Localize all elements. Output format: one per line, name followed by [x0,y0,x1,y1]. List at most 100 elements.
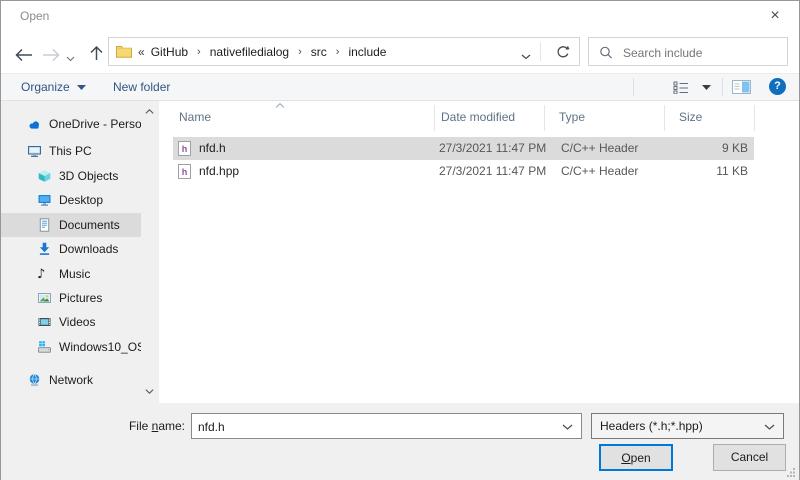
chevron-down-icon [521,54,531,60]
file-row-nfd-h[interactable]: h nfd.h 27/3/2021 11:47 PM C/C++ Header … [173,137,754,160]
back-button[interactable] [11,45,35,65]
header-file-icon: h [178,164,191,179]
file-name-input[interactable] [193,415,560,439]
column-divider[interactable] [544,105,545,131]
refresh-icon [556,45,570,59]
breadcrumb-separator: › [190,46,208,58]
toolbar-divider [722,78,723,96]
navigation-bar: « GitHub › nativefiledialog › src › incl… [1,31,799,73]
document-icon [37,218,52,232]
breadcrumb-separator: › [329,46,347,58]
chevron-down-icon[interactable] [562,424,573,430]
file-type: C/C++ Header [561,137,638,160]
file-date-modified: 27/3/2021 11:47 PM [439,160,546,183]
file-type-value: Headers (*.h;*.hpp) [600,414,703,438]
search-input[interactable] [621,39,783,66]
svg-text:h: h [182,144,188,154]
up-button[interactable] [84,43,108,63]
column-header-type[interactable]: Type [559,110,585,124]
dialog-footer: File name: Headers (*.h;*.hpp) Open Canc… [1,403,799,480]
chevron-up-icon [145,109,154,114]
dropdown-triangle-icon [77,85,86,90]
cancel-button[interactable]: Cancel [713,444,786,471]
new-folder-button[interactable]: New folder [113,74,170,100]
sidebar-item-label: Pictures [59,291,102,305]
preview-pane-icon [732,80,751,94]
chevron-down-icon [764,424,775,430]
sidebar-item-label: Network [49,373,93,387]
details-view-icon [673,81,690,94]
sidebar-item-pictures[interactable]: Pictures [1,286,141,310]
column-divider[interactable] [664,105,665,131]
cube-3d-icon [37,169,52,183]
file-row-nfd-hpp[interactable]: h nfd.hpp 27/3/2021 11:47 PM C/C++ Heade… [173,160,754,183]
folder-icon [116,45,132,58]
sidebar-item-videos[interactable]: Videos [1,310,141,334]
refresh-button[interactable] [556,45,570,62]
main-area: OneDrive - Person This PC 3D Objects [1,101,799,403]
file-date-modified: 27/3/2021 11:47 PM [439,137,546,160]
forward-button[interactable] [39,45,63,65]
column-divider[interactable] [434,105,435,131]
sidebar-item-onedrive[interactable]: OneDrive - Person [1,112,141,136]
back-arrow-icon [14,48,33,62]
breadcrumb-item-include[interactable]: include [346,45,388,59]
window-title: Open [20,9,49,23]
close-button[interactable]: × [759,3,791,29]
file-size: 11 KB [658,160,748,183]
chevron-down-icon [145,389,154,394]
sidebar-item-this-pc[interactable]: This PC [1,139,141,163]
column-header-size[interactable]: Size [679,110,702,124]
file-size: 9 KB [658,137,748,160]
address-bar[interactable]: « GitHub › nativefiledialog › src › incl… [108,37,580,66]
open-file-dialog: Open × « GitHub › nativefiledialog › [0,0,800,480]
column-divider[interactable] [754,105,755,131]
scroll-up-button[interactable] [141,103,158,119]
breadcrumb-item-src[interactable]: src [309,45,329,59]
up-arrow-icon [89,45,104,61]
header-file-icon: h [178,141,191,156]
sidebar-item-desktop[interactable]: Desktop [1,188,141,212]
address-bar-divider [540,42,541,61]
sidebar-item-documents[interactable]: Documents [1,213,141,237]
scroll-down-button[interactable] [141,383,158,399]
resize-grip[interactable] [787,468,796,477]
breadcrumb-overflow-button[interactable]: « [138,45,145,59]
dropdown-triangle-icon [702,85,711,90]
help-icon: ? [774,80,781,92]
help-button[interactable]: ? [769,78,786,95]
download-arrow-icon [37,242,52,256]
open-button[interactable]: Open [599,444,673,471]
organize-button[interactable]: Organize [21,74,86,100]
sidebar-item-label: 3D Objects [59,169,118,183]
sidebar-scrollbar[interactable] [141,101,158,403]
music-note-icon: ♪ [37,267,45,282]
breadcrumb-item-github[interactable]: GitHub [149,45,190,59]
drive-windows-icon [37,340,52,354]
file-type: C/C++ Header [561,160,638,183]
views-button[interactable] [673,74,711,100]
column-header-name[interactable]: Name [179,110,211,124]
sidebar-item-network[interactable]: Network [1,368,141,392]
picture-icon [37,291,52,305]
sort-ascending-icon [275,103,285,108]
column-header-date-modified[interactable]: Date modified [441,110,515,124]
address-dropdown-button[interactable] [521,49,531,63]
breadcrumb-item-nativefiledialog[interactable]: nativefiledialog [208,45,291,59]
network-globe-icon [27,373,42,387]
close-icon: × [770,7,779,24]
sidebar-item-music[interactable]: ♪ Music [1,262,141,286]
sidebar-item-label: Windows10_OS ( [59,340,141,354]
sidebar-item-label: Downloads [59,242,118,256]
file-name-combobox [191,413,582,439]
preview-pane-button[interactable] [732,74,751,100]
file-name: nfd.h [199,137,226,160]
search-box [588,37,788,66]
sidebar-item-downloads[interactable]: Downloads [1,237,141,261]
file-type-select[interactable]: Headers (*.h;*.hpp) [591,413,784,439]
sidebar-item-label: OneDrive - Person [49,117,141,131]
recent-locations-button[interactable] [62,49,78,69]
film-icon [37,315,52,329]
sidebar-item-windows10-os[interactable]: Windows10_OS ( [1,335,141,359]
sidebar-item-3d-objects[interactable]: 3D Objects [1,164,141,188]
